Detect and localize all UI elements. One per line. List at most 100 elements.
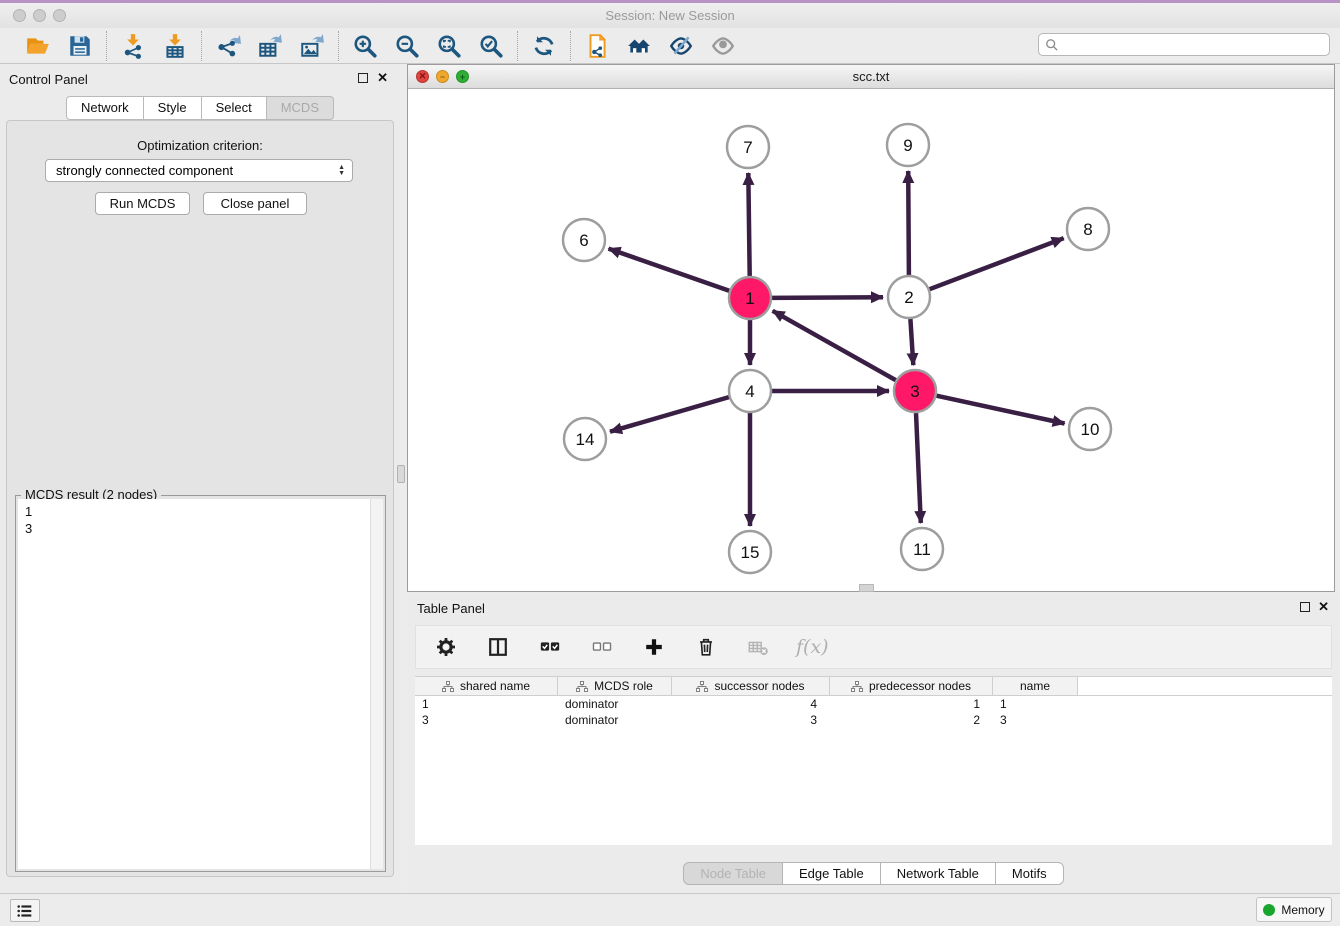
column-header-mcds-role[interactable]: MCDS role: [558, 677, 672, 695]
table-cell: 1: [415, 696, 558, 712]
graph-edge-2-3[interactable]: [910, 319, 913, 365]
search-field[interactable]: [1038, 33, 1330, 56]
select-stepper-icon: ▲▼: [338, 165, 345, 177]
table-cell: 3: [415, 712, 558, 728]
table-tabs: Node TableEdge TableNetwork TableMotifs: [407, 862, 1340, 885]
graph-node-9[interactable]: 9: [887, 124, 929, 166]
graph-edge-1-6[interactable]: [609, 249, 730, 291]
svg-text:14: 14: [576, 430, 595, 449]
close-panel-button[interactable]: Close panel: [203, 192, 307, 215]
table-row[interactable]: 1dominator411: [415, 696, 1332, 712]
graph-node-10[interactable]: 10: [1069, 408, 1111, 450]
table-cell: dominator: [558, 712, 672, 728]
zoom-selected-icon[interactable]: [477, 32, 505, 60]
run-mcds-button[interactable]: Run MCDS: [95, 192, 190, 215]
export-image-icon[interactable]: [298, 32, 326, 60]
tab-select[interactable]: Select: [201, 96, 267, 120]
task-history-button[interactable]: [10, 899, 40, 922]
zoom-in-icon[interactable]: [351, 32, 379, 60]
table-cell: 1: [830, 696, 993, 712]
network-window-title: scc.txt: [408, 69, 1334, 84]
graph-node-3[interactable]: 3: [894, 370, 936, 412]
delete-table-icon[interactable]: [744, 633, 772, 661]
svg-text:8: 8: [1083, 220, 1092, 239]
tab-network[interactable]: Network: [66, 96, 144, 120]
tab-network-table[interactable]: Network Table: [880, 862, 996, 885]
unselect-all-icon[interactable]: [588, 633, 616, 661]
list-icon: [16, 902, 34, 920]
graph-node-4[interactable]: 4: [729, 370, 771, 412]
graph-edge-1-7[interactable]: [748, 173, 749, 276]
control-panel-title: Control Panel: [9, 72, 88, 87]
tab-node-table[interactable]: Node Table: [683, 862, 783, 885]
delete-column-icon[interactable]: [692, 633, 720, 661]
svg-text:3: 3: [910, 382, 919, 401]
graph-edge-1-2[interactable]: [772, 297, 883, 298]
export-network-icon[interactable]: [214, 32, 242, 60]
status-bar: Memory: [0, 893, 1340, 926]
panel-splitter-handle[interactable]: [397, 465, 405, 483]
select-all-icon[interactable]: [536, 633, 564, 661]
hide-graphics-details-icon[interactable]: [667, 32, 695, 60]
table-cell: 4: [672, 696, 830, 712]
table-settings-gear-icon[interactable]: [432, 633, 460, 661]
save-icon[interactable]: [66, 32, 94, 60]
graph-edge-3-1[interactable]: [773, 311, 896, 380]
float-table-panel-icon[interactable]: [1300, 602, 1310, 612]
memory-button[interactable]: Memory: [1256, 897, 1332, 922]
add-column-icon[interactable]: [640, 633, 668, 661]
table-toolbar: f(x): [415, 625, 1332, 669]
graph-edge-2-9[interactable]: [908, 171, 909, 275]
node-table: shared nameMCDS rolesuccessor nodesprede…: [415, 676, 1332, 845]
column-visibility-icon[interactable]: [484, 633, 512, 661]
network-splitter-handle[interactable]: [859, 584, 874, 592]
svg-text:11: 11: [913, 540, 931, 559]
graph-edge-4-14[interactable]: [610, 397, 729, 432]
graph-edge-3-10[interactable]: [937, 396, 1065, 424]
network-canvas[interactable]: 7 9 6 8 1 2 4 3 14 10 15 11: [408, 89, 1334, 591]
column-header-successor-nodes[interactable]: successor nodes: [672, 677, 830, 695]
network-window-titlebar[interactable]: ✕−+ scc.txt: [408, 65, 1334, 89]
graph-node-11[interactable]: 11: [901, 528, 943, 570]
tab-mcds[interactable]: MCDS: [266, 96, 334, 120]
float-panel-icon[interactable]: [358, 73, 368, 83]
graph-node-6[interactable]: 6: [563, 219, 605, 261]
export-table-icon[interactable]: [256, 32, 284, 60]
function-builder-icon[interactable]: f(x): [796, 636, 829, 658]
home-icon[interactable]: [625, 32, 653, 60]
graph-node-7[interactable]: 7: [727, 126, 769, 168]
graph-node-15[interactable]: 15: [729, 531, 771, 573]
tab-motifs[interactable]: Motifs: [995, 862, 1064, 885]
memory-status-icon: [1263, 904, 1275, 916]
tab-edge-table[interactable]: Edge Table: [782, 862, 881, 885]
zoom-out-icon[interactable]: [393, 32, 421, 60]
graph-edge-2-8[interactable]: [930, 238, 1064, 289]
tab-style[interactable]: Style: [143, 96, 202, 120]
column-header-predecessor-nodes[interactable]: predecessor nodes: [830, 677, 993, 695]
graph-node-14[interactable]: 14: [564, 418, 606, 460]
import-network-icon[interactable]: [119, 32, 147, 60]
column-header-shared-name[interactable]: shared name: [415, 677, 558, 695]
search-input[interactable]: [1059, 34, 1329, 55]
zoom-fit-icon[interactable]: [435, 32, 463, 60]
refresh-icon[interactable]: [530, 32, 558, 60]
graph-node-1[interactable]: 1: [729, 277, 771, 319]
close-panel-icon[interactable]: ✕: [377, 70, 388, 86]
table-row[interactable]: 3dominator323: [415, 712, 1332, 728]
result-scrollbar[interactable]: [370, 499, 383, 869]
table-cell: 2: [830, 712, 993, 728]
graph-node-2[interactable]: 2: [888, 276, 930, 318]
main-titlebar: Session: New Session: [0, 3, 1340, 28]
open-folder-icon[interactable]: [24, 32, 52, 60]
column-header-name[interactable]: name: [993, 677, 1078, 695]
graph-node-8[interactable]: 8: [1067, 208, 1109, 250]
search-icon: [1045, 38, 1059, 52]
close-table-panel-icon[interactable]: ✕: [1318, 599, 1329, 615]
network-document-icon[interactable]: [583, 32, 611, 60]
import-table-icon[interactable]: [161, 32, 189, 60]
graph-edge-3-11[interactable]: [916, 413, 921, 523]
criterion-value: strongly connected component: [56, 163, 233, 178]
eye-icon[interactable]: [709, 32, 737, 60]
criterion-select[interactable]: strongly connected component ▲▼: [45, 159, 353, 182]
main-toolbar: [0, 28, 1340, 64]
